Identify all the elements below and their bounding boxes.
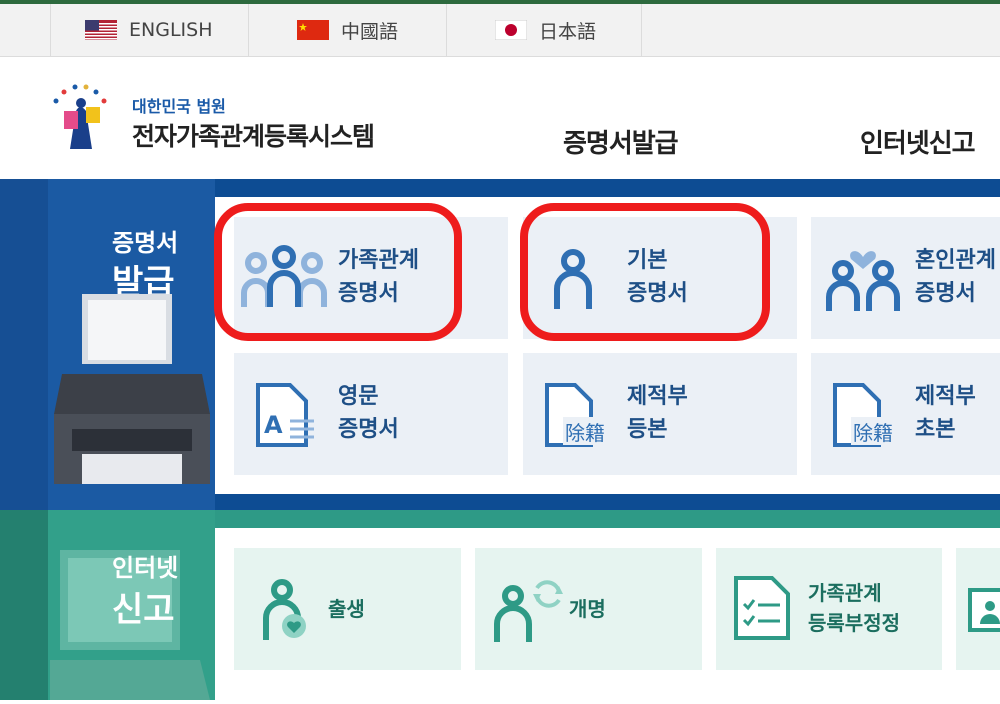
- card-label-line2: 등록부정정: [808, 611, 900, 635]
- rename-icon: [493, 574, 565, 648]
- couple-heart-icon: [823, 239, 903, 317]
- language-english[interactable]: ENGLISH: [50, 4, 248, 56]
- card-label-line1: 영문: [338, 384, 379, 409]
- nav-certificate-issue[interactable]: 증명서발급: [563, 123, 679, 160]
- card-label: 가족관계 등록부정정: [808, 578, 900, 638]
- id-document-icon: [968, 588, 1000, 636]
- card-label-line2: 증명서: [915, 281, 976, 306]
- removed-register-document-icon: 除籍: [545, 383, 625, 451]
- org-name: 대한민국 법원: [132, 97, 226, 116]
- card-label-line1: 제적부: [627, 384, 688, 409]
- card-label-line1: 혼인관계: [915, 248, 996, 273]
- language-label: ENGLISH: [129, 19, 213, 41]
- card-label: 혼인관계 증명서: [915, 244, 996, 310]
- japan-flag-icon: [495, 20, 527, 40]
- partial-report-card[interactable]: [956, 548, 1000, 670]
- side-stripe: [0, 510, 48, 700]
- court-logo-icon[interactable]: [48, 81, 118, 153]
- rename-report-card[interactable]: 개명: [475, 548, 702, 670]
- card-label: 제적부 등본: [627, 380, 688, 446]
- highlight-box: [520, 203, 770, 341]
- birth-report-card[interactable]: 출생: [234, 548, 461, 670]
- english-document-icon: A: [256, 383, 318, 451]
- site-header: 대한민국 법원 전자가족관계등록시스템 증명서발급 인터넷신고: [0, 57, 1000, 179]
- card-label: 영문 증명서: [338, 380, 399, 446]
- family-register-correction-card[interactable]: 가족관계 등록부정정: [716, 548, 942, 670]
- card-label-line2: 증명서: [338, 417, 399, 442]
- certificate-issue-section: 증명서 발급 가족관계 증명서 기본 증명서 혼인관계 증명서 A 영문 증명서…: [0, 179, 1000, 510]
- card-label-line2: 초본: [915, 417, 956, 442]
- card-label: 제적부 초본: [915, 380, 976, 446]
- nav-internet-report[interactable]: 인터넷신고: [860, 123, 976, 160]
- marriage-certificate-card[interactable]: 혼인관계 증명서: [811, 217, 1000, 339]
- checklist-document-icon: [734, 576, 790, 644]
- card-label-line1: 가족관계: [808, 581, 882, 605]
- section-title-line1: 증명서: [112, 229, 179, 257]
- card-label: 개명: [569, 597, 606, 621]
- stamp-text: 除籍: [565, 421, 605, 445]
- card-label: 출생: [328, 597, 365, 621]
- english-certificate-card[interactable]: A 영문 증명서: [234, 353, 508, 475]
- china-flag-icon: [297, 20, 329, 40]
- removed-register-abstract-card[interactable]: 除籍 제적부 초본: [811, 353, 1000, 475]
- language-label: 日本語: [539, 20, 597, 43]
- language-chinese[interactable]: 中國語: [248, 4, 446, 56]
- system-name[interactable]: 전자가족관계등록시스템: [132, 117, 375, 153]
- section-title-line1: 인터넷: [112, 554, 179, 582]
- language-japanese[interactable]: 日本語: [446, 4, 642, 56]
- internet-report-section: 인터넷 신고 출생 개명 가족관계 등록부정정: [0, 510, 1000, 700]
- us-flag-icon: [85, 20, 117, 40]
- card-label-line1: 제적부: [915, 384, 976, 409]
- removed-register-document-icon: 除籍: [833, 383, 913, 451]
- card-label-line2: 등본: [627, 417, 668, 442]
- stamp-text: 除籍: [853, 421, 893, 445]
- svg-text:A: A: [264, 411, 283, 439]
- printer-icon: [52, 294, 212, 504]
- birth-icon: [260, 578, 314, 646]
- removed-register-transcript-card[interactable]: 除籍 제적부 등본: [523, 353, 797, 475]
- highlight-box: [214, 203, 462, 341]
- language-label: 中國語: [341, 20, 399, 43]
- language-bar: ENGLISH 中國語 日本語: [0, 4, 1000, 57]
- section-title-line2: 신고: [112, 590, 175, 630]
- side-stripe: [0, 179, 48, 510]
